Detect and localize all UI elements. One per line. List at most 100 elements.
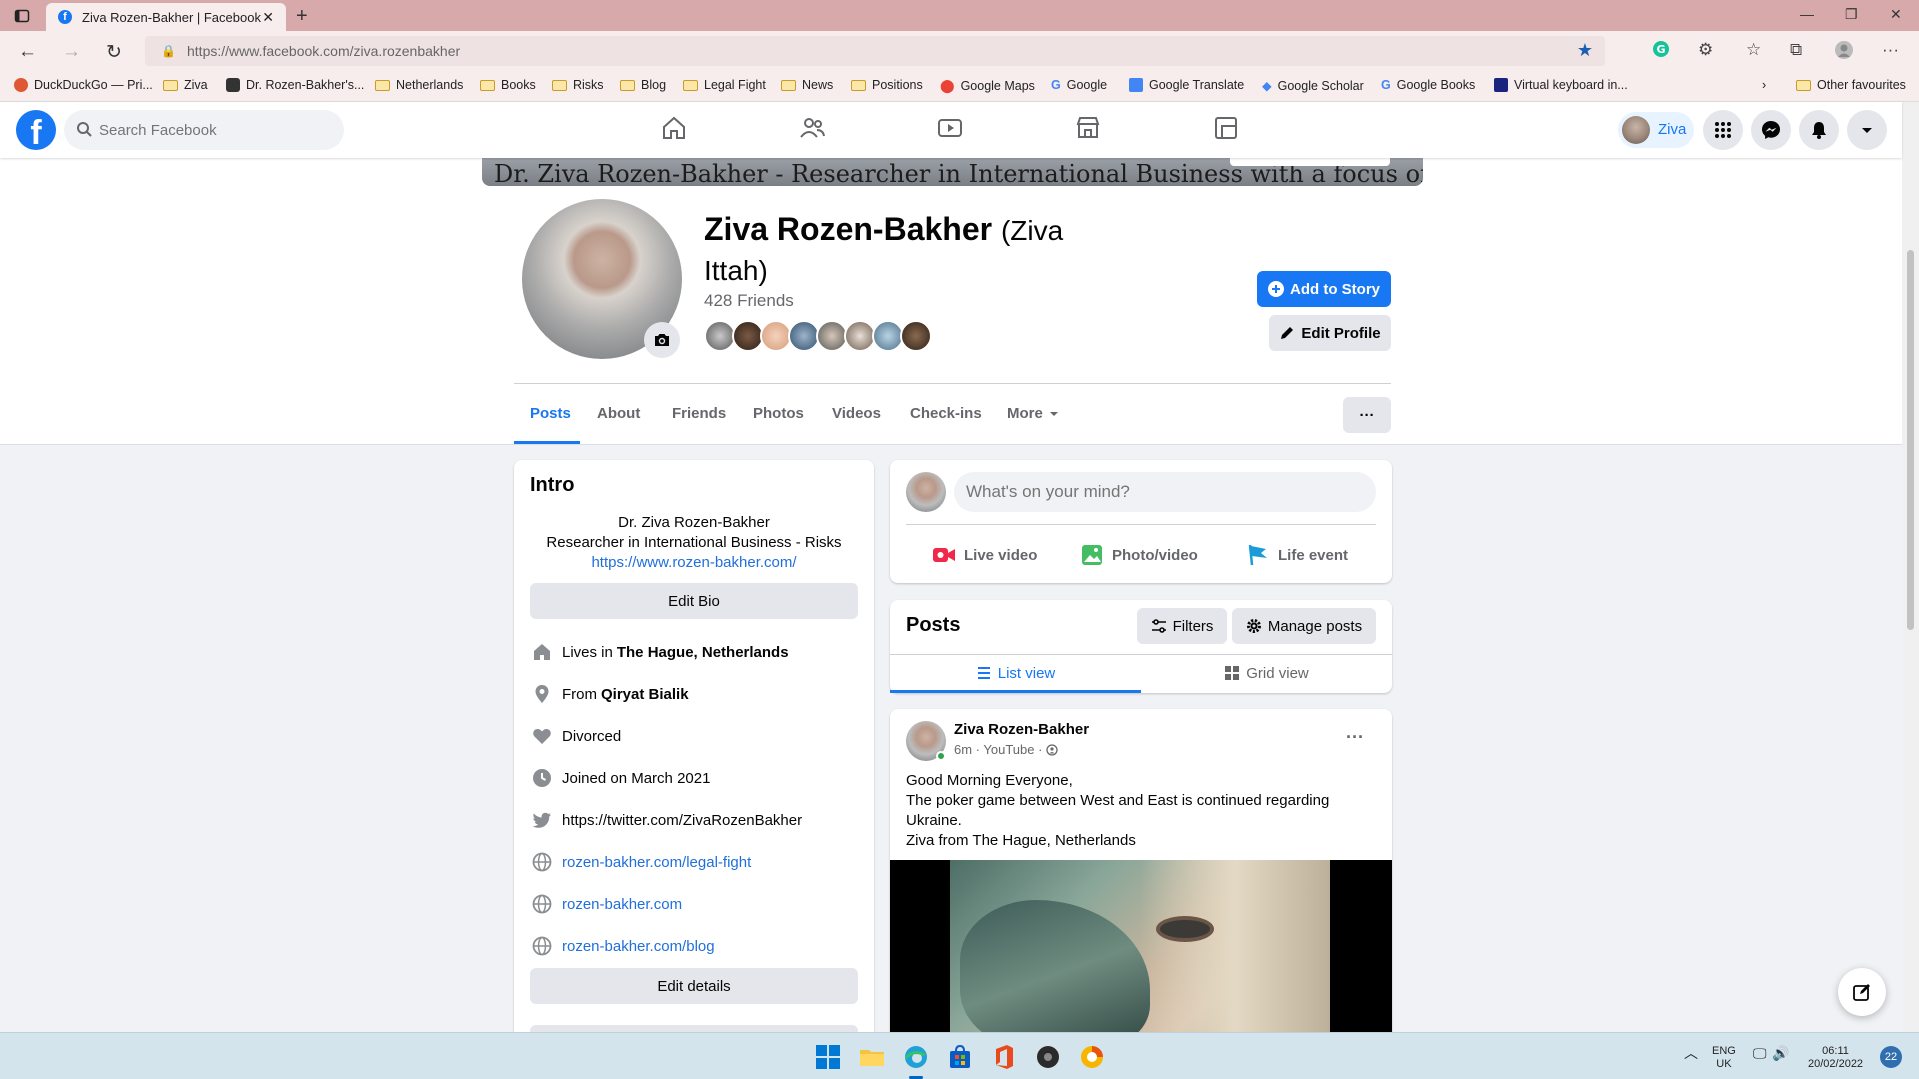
camera-icon[interactable]	[644, 322, 680, 358]
file-explorer-icon[interactable]	[859, 1044, 885, 1070]
bookmark-google[interactable]: G Google	[1051, 78, 1107, 92]
edit-bio-button[interactable]: Edit Bio	[530, 583, 858, 619]
notifications-bell-icon[interactable]	[1799, 110, 1839, 150]
tab-posts[interactable]: Posts	[530, 405, 571, 422]
browser-tab-active[interactable]: f Ziva Rozen-Bakher | Facebook ✕	[46, 3, 286, 31]
page-scrollbar[interactable]	[1902, 102, 1919, 1032]
back-icon[interactable]: ←	[18, 41, 37, 63]
profile-avatar-icon[interactable]	[1834, 40, 1854, 60]
bookmark-google-scholar[interactable]: ◆ Google Scholar	[1262, 78, 1364, 94]
language-indicator[interactable]: ENG UK	[1712, 1045, 1736, 1071]
facebook-logo-icon[interactable]: f	[16, 110, 56, 150]
scrollbar-thumb[interactable]	[1907, 250, 1914, 630]
restore-icon[interactable]: ❐	[1845, 6, 1858, 23]
bookmark-dr-rozen-bakher[interactable]: Dr. Rozen-Bakher's...	[226, 78, 364, 92]
grammarly-icon[interactable]: G	[1652, 40, 1670, 58]
bookmark-positions[interactable]: Positions	[851, 78, 923, 92]
forward-icon[interactable]: →	[62, 41, 81, 63]
new-message-button[interactable]	[1838, 968, 1886, 1016]
volume-icon[interactable]: 🔊	[1772, 1046, 1789, 1060]
bookmark-google-maps[interactable]: ⬤ Google Maps	[940, 78, 1035, 94]
search-icon	[76, 121, 92, 137]
microsoft-store-icon[interactable]	[947, 1044, 973, 1070]
watch-icon[interactable]	[936, 114, 968, 146]
profile-name: Ziva Rozen-Bakher (Ziva Ittah)	[704, 210, 1084, 290]
avatar[interactable]	[900, 320, 932, 352]
url-field[interactable]: 🔒 https://www.facebook.com/ziva.rozenbak…	[145, 36, 1605, 66]
bio-link[interactable]: https://www.rozen-bakher.com/	[514, 554, 874, 571]
live-video-button[interactable]: Live video	[932, 540, 1037, 570]
facebook-search[interactable]	[64, 110, 344, 150]
app-icon[interactable]	[1079, 1044, 1105, 1070]
bookmark-duckduckgo[interactable]: DuckDuckGo — Pri...	[14, 78, 153, 92]
extensions-icon[interactable]: ⚙	[1698, 40, 1713, 60]
menu-grid-icon[interactable]	[1703, 110, 1743, 150]
marketplace-icon[interactable]	[1074, 114, 1106, 146]
tab-more[interactable]: More	[1007, 405, 1059, 422]
post-video-thumbnail[interactable]	[890, 860, 1392, 1050]
post-options-icon[interactable]: ···	[1346, 727, 1364, 748]
tray-chevron-up-icon[interactable]: ︿	[1684, 1046, 1698, 1060]
grid-view-tab[interactable]: Grid view	[1141, 656, 1392, 690]
profile-more-options-button[interactable]: ···	[1343, 397, 1391, 433]
friends-count[interactable]: 428 Friends	[704, 291, 794, 311]
favorites-icon[interactable]: ☆	[1746, 40, 1761, 60]
minimize-icon[interactable]: —	[1800, 6, 1814, 22]
tab-close-icon[interactable]: ✕	[262, 9, 274, 26]
life-event-button[interactable]: Life event	[1246, 540, 1348, 570]
bookmark-other-favourites[interactable]: Other favourites	[1796, 78, 1906, 92]
plus-circle-icon	[1268, 281, 1284, 297]
favorite-star-icon[interactable]: ★	[1577, 40, 1593, 61]
bookmark-ziva[interactable]: Ziva	[163, 78, 208, 92]
reload-icon[interactable]: ↻	[106, 41, 122, 64]
bookmark-blog[interactable]: Blog	[620, 78, 666, 92]
settings-more-icon[interactable]: ···	[1882, 40, 1899, 60]
privacy-friends-icon[interactable]	[1046, 743, 1059, 756]
manage-posts-button[interactable]: Manage posts	[1232, 608, 1376, 644]
cover-photo[interactable]: Dr. Ziva Rozen-Bakher - Researcher in In…	[482, 158, 1423, 186]
tab-friends[interactable]: Friends	[672, 405, 726, 422]
bookmark-google-translate[interactable]: Google Translate	[1129, 78, 1244, 92]
photo-video-button[interactable]: Photo/video	[1080, 540, 1198, 570]
bookmark-risks[interactable]: Risks	[552, 78, 604, 92]
bookmarks-overflow-chevron-icon[interactable]: ›	[1762, 78, 1766, 92]
tab-check-ins[interactable]: Check-ins	[910, 405, 982, 422]
edit-profile-button[interactable]: Edit Profile	[1269, 315, 1391, 351]
add-to-story-button[interactable]: Add to Story	[1257, 271, 1391, 307]
messenger-icon[interactable]	[1751, 110, 1791, 150]
friends-icon[interactable]	[798, 114, 830, 146]
list-view-tab[interactable]: List view	[890, 656, 1141, 690]
notification-count-badge[interactable]: 22	[1880, 1046, 1902, 1068]
tab-actions-icon[interactable]	[14, 8, 30, 24]
tab-videos[interactable]: Videos	[832, 405, 881, 422]
bookmark-virtual-keyboard[interactable]: Virtual keyboard in...	[1494, 78, 1628, 92]
edge-browser-icon[interactable]	[903, 1044, 929, 1070]
collections-icon[interactable]: ⧉	[1790, 40, 1802, 60]
filters-button[interactable]: Filters	[1137, 608, 1227, 644]
bookmark-netherlands[interactable]: Netherlands	[375, 78, 463, 92]
close-window-icon[interactable]: ✕	[1890, 6, 1902, 23]
gaming-icon[interactable]	[1212, 114, 1244, 146]
bookmark-legal-fight[interactable]: Legal Fight	[683, 78, 766, 92]
home-icon[interactable]	[660, 114, 692, 146]
scholar-icon: ◆	[1262, 79, 1272, 93]
whats-on-your-mind-input[interactable]	[954, 472, 1376, 512]
clock[interactable]: 06:11 20/02/2022	[1808, 1045, 1863, 1071]
windows-start-icon[interactable]	[815, 1044, 841, 1070]
tab-about[interactable]: About	[597, 405, 640, 422]
composer-field[interactable]	[954, 472, 1376, 512]
profile-chip[interactable]: Ziva	[1618, 112, 1694, 148]
office-icon[interactable]	[991, 1044, 1017, 1070]
media-player-icon[interactable]	[1035, 1044, 1061, 1070]
bookmark-google-books[interactable]: G Google Books	[1381, 78, 1475, 92]
bookmark-books[interactable]: Books	[480, 78, 536, 92]
tab-photos[interactable]: Photos	[753, 405, 804, 422]
post-author[interactable]: Ziva Rozen-Bakher	[954, 721, 1089, 738]
search-input[interactable]	[99, 110, 329, 150]
new-tab-icon[interactable]: +	[296, 5, 308, 28]
edit-details-button[interactable]: Edit details	[530, 968, 858, 1004]
bookmark-news[interactable]: News	[781, 78, 833, 92]
account-chevron-down-icon[interactable]	[1847, 110, 1887, 150]
avatar[interactable]	[906, 472, 946, 512]
network-icon[interactable]: 🖵	[1753, 1046, 1767, 1060]
